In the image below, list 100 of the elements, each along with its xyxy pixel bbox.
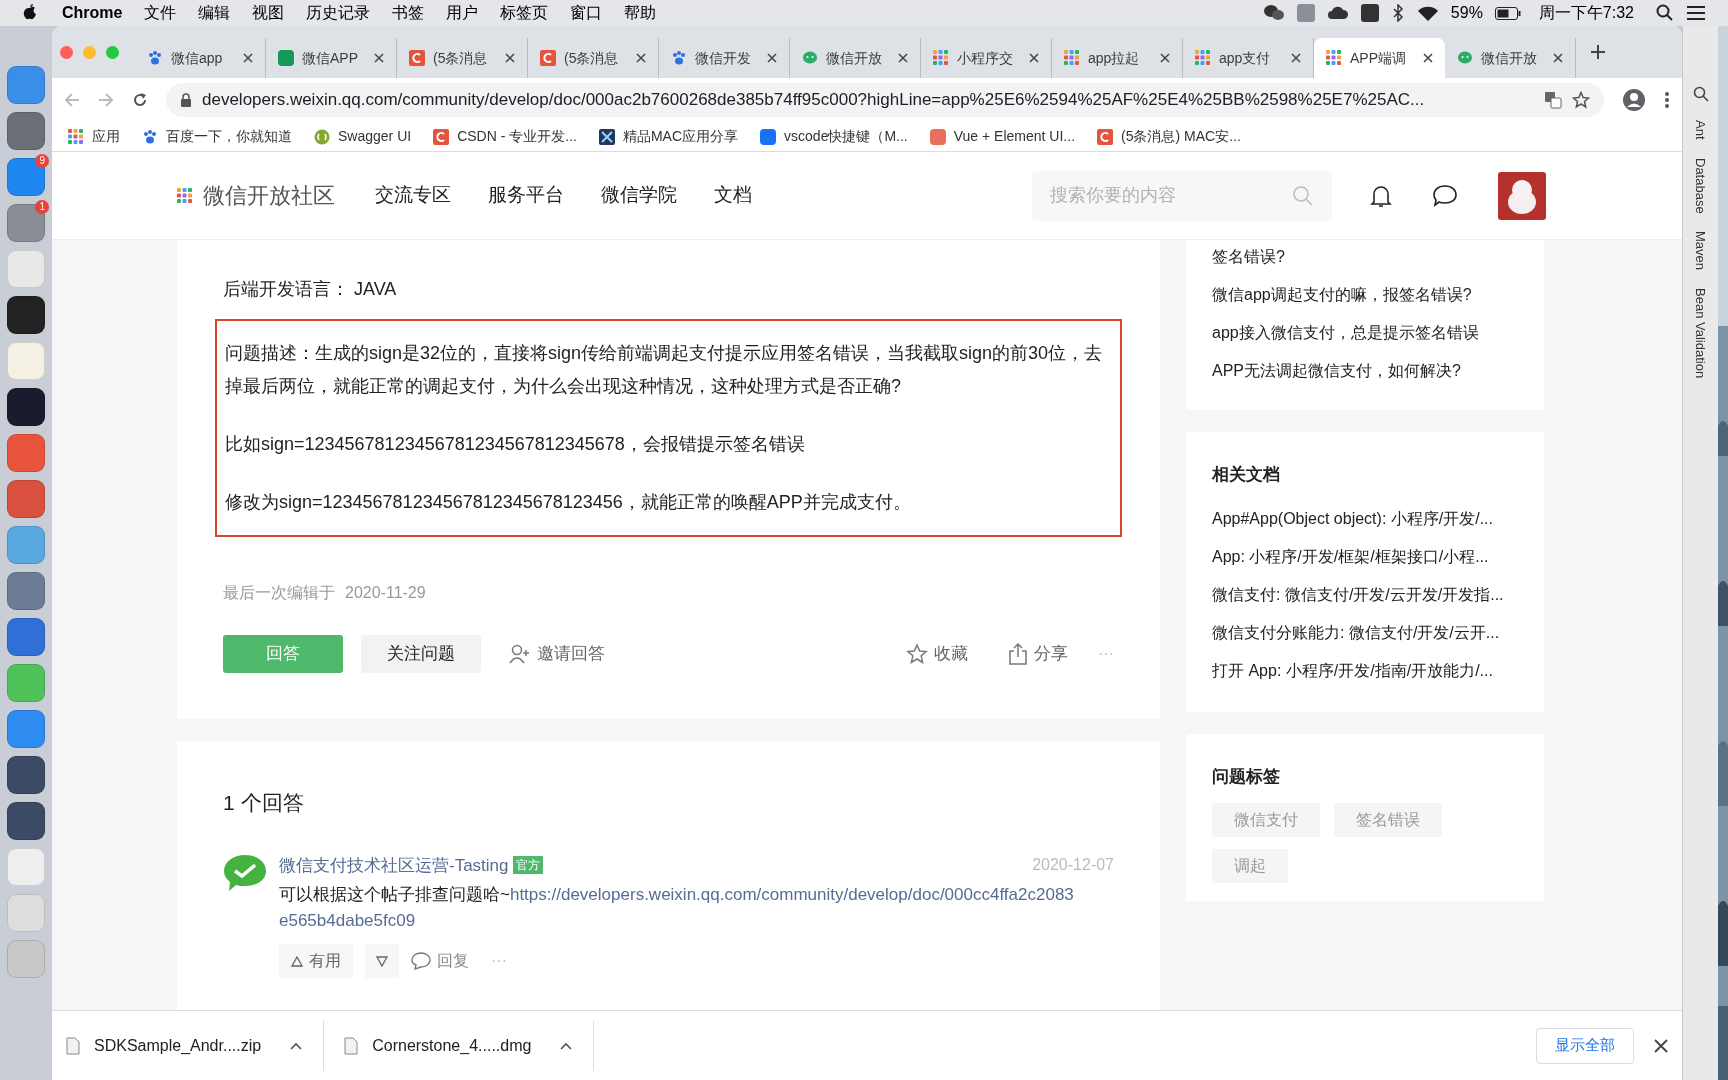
related-doc-link[interactable]: 微信支付: 微信支付/开发/云开发/开发指... <box>1212 581 1518 608</box>
reply-button[interactable]: 回复 <box>411 949 469 973</box>
invite-button[interactable]: 邀请回答 <box>509 641 605 667</box>
close-icon[interactable] <box>1160 53 1170 63</box>
caret-icon[interactable] <box>559 1040 574 1051</box>
bluetooth-icon[interactable] <box>1390 4 1405 22</box>
close-icon[interactable] <box>1029 53 1039 63</box>
menu-item[interactable]: 用户 <box>446 1 479 25</box>
cloud-icon[interactable] <box>1326 5 1349 21</box>
menu-item[interactable]: 编辑 <box>198 1 231 25</box>
search-icon[interactable] <box>1656 4 1674 22</box>
favorite-button[interactable]: 收藏 <box>906 641 968 667</box>
follow-button[interactable]: 关注问题 <box>361 635 481 673</box>
bookmark[interactable]: vscode快捷键（M... <box>760 126 908 147</box>
related-doc-link[interactable]: 打开 App: 小程序/开发/指南/开放能力/... <box>1212 657 1518 684</box>
useful-button[interactable]: 有用 <box>279 944 353 978</box>
bookmark[interactable]: (5条消息) MAC安... <box>1097 126 1241 147</box>
menu-item[interactable]: 文件 <box>144 1 177 25</box>
tab-title: 微信app <box>171 48 223 68</box>
related-question-link[interactable]: 微信app调起支付的嘛，报签名错误? <box>1212 282 1518 308</box>
tool-window-tab[interactable]: Database <box>1690 157 1711 214</box>
related-question-link[interactable]: app接入微信支付，总是提示签名错误 <box>1212 320 1518 346</box>
nav-link[interactable]: 服务平台 <box>488 181 564 210</box>
close-icon[interactable] <box>1654 1038 1668 1053</box>
chat-bubble-icon[interactable] <box>1432 183 1458 208</box>
menu-item[interactable]: 窗口 <box>570 1 603 25</box>
star-icon[interactable] <box>1572 91 1590 109</box>
app-icon[interactable] <box>7 802 45 840</box>
share-button[interactable]: 分享 <box>1008 641 1068 667</box>
bell-icon[interactable] <box>1370 183 1392 208</box>
tool-window-tab[interactable]: Bean Validation <box>1690 288 1711 379</box>
close-icon[interactable] <box>1291 53 1301 63</box>
author-name[interactable]: 微信支付技术社区运营-Tasting <box>279 852 509 878</box>
related-question-link[interactable]: 签名错误? <box>1212 244 1518 270</box>
avatar-drawing[interactable] <box>1498 171 1546 220</box>
bookmark[interactable]: 精品MAC应用分享 <box>598 126 739 147</box>
paw-icon <box>671 50 687 66</box>
app-icon[interactable] <box>7 756 45 794</box>
close-icon[interactable] <box>374 53 384 63</box>
tool-window-tab[interactable]: Ant <box>1690 120 1711 140</box>
menu-item[interactable]: 历史记录 <box>306 1 371 25</box>
close-icon[interactable] <box>1423 53 1433 63</box>
apple-logo-icon[interactable] <box>22 4 38 22</box>
reload-icon[interactable] <box>132 92 148 108</box>
related-doc-link[interactable]: App: 小程序/开发/框架/框架接口/小程... <box>1212 543 1518 570</box>
battery-icon[interactable] <box>1494 6 1521 20</box>
official-badge: 官方 <box>512 856 543 875</box>
tab-title: (5条消息 <box>564 48 619 68</box>
app-icon[interactable] <box>7 296 45 334</box>
grid-icon <box>1326 50 1342 66</box>
bookmark[interactable]: Vue + Element UI... <box>929 126 1076 147</box>
close-icon[interactable] <box>505 53 515 63</box>
bookmark[interactable]: Swagger UI <box>314 126 412 147</box>
plus-icon[interactable] <box>1590 44 1606 60</box>
close-icon[interactable] <box>767 53 777 63</box>
answer-link[interactable]: https://developers.weixin.qq.com/community/develop/doc/000cc4ffa2c2083 <box>509 882 1074 908</box>
app-icon[interactable] <box>7 388 45 426</box>
address-bar[interactable]: developers.weixin.qq.com/community/develop/doc/000ac2b7600268de385b74ff95c000?highLine=app%25E6%2594%25AF%25E4%25BB%2598%25E7%25AC... <box>166 83 1604 117</box>
close-icon[interactable] <box>636 53 646 63</box>
answer-link[interactable]: e565b4dabe5fc09 <box>279 908 416 934</box>
search-icon[interactable] <box>1692 86 1709 102</box>
menu-item[interactable]: 标签页 <box>500 1 549 25</box>
search-field[interactable]: 搜索你要的内容 <box>1032 170 1332 221</box>
bookmark[interactable]: 百度一下，你就知道 <box>142 126 292 147</box>
bookmark[interactable]: 应用 <box>68 126 120 147</box>
close-icon[interactable] <box>1553 53 1563 63</box>
download-item[interactable]: Cornerstone_4.....dmg <box>344 1033 532 1058</box>
app-menu[interactable]: Chrome <box>62 1 123 25</box>
more-vertical-icon[interactable] <box>1664 91 1670 109</box>
download-item[interactable]: SDKSample_Andr....zip <box>66 1033 262 1058</box>
close-icon[interactable] <box>898 53 908 63</box>
menu-item[interactable]: 帮助 <box>624 1 657 25</box>
caret-icon[interactable] <box>289 1040 304 1051</box>
wifi-icon[interactable] <box>1416 5 1439 21</box>
close-icon[interactable] <box>243 53 253 63</box>
show-all-button[interactable]: 显示全部 <box>1536 1027 1634 1064</box>
browser-tab[interactable]: APP端调 <box>1314 38 1445 78</box>
related-doc-link[interactable]: App#App(Object object): 小程序/开发/... <box>1212 505 1518 532</box>
lock-icon <box>180 93 192 107</box>
site-logo-text[interactable]: 微信开放社区 <box>203 179 335 212</box>
related-doc-link[interactable]: 微信支付分账能力: 微信支付/开发/云开... <box>1212 619 1518 646</box>
triangle-down-icon <box>376 955 388 967</box>
downvote-button[interactable] <box>365 944 399 978</box>
menu-item[interactable]: 书签 <box>392 1 425 25</box>
bookmark[interactable]: CSDN - 专业开发... <box>433 126 577 147</box>
square-icon <box>760 128 777 145</box>
nav-link[interactable]: 交流专区 <box>375 181 451 210</box>
nav-link[interactable]: 文档 <box>714 181 752 210</box>
question-paragraph: 修改为sign=123456781234567812345678123456，就能正常的唤醒APP并完成支付。 <box>225 491 912 514</box>
menu-clock: 周一下午7:32 <box>1538 3 1634 23</box>
chat-bubble-icon <box>1457 50 1473 66</box>
chat-bubble-icon <box>802 50 818 66</box>
square-icon <box>929 128 946 145</box>
profile-icon[interactable] <box>1622 88 1646 112</box>
list-icon[interactable] <box>1686 5 1706 21</box>
tool-window-tab[interactable]: Maven <box>1690 231 1711 271</box>
translate-icon[interactable] <box>1544 91 1562 109</box>
menu-item[interactable]: 视图 <box>252 1 285 25</box>
related-question-link[interactable]: APP无法调起微信支付，如何解决? <box>1212 358 1518 384</box>
nav-link[interactable]: 微信学院 <box>601 181 677 210</box>
